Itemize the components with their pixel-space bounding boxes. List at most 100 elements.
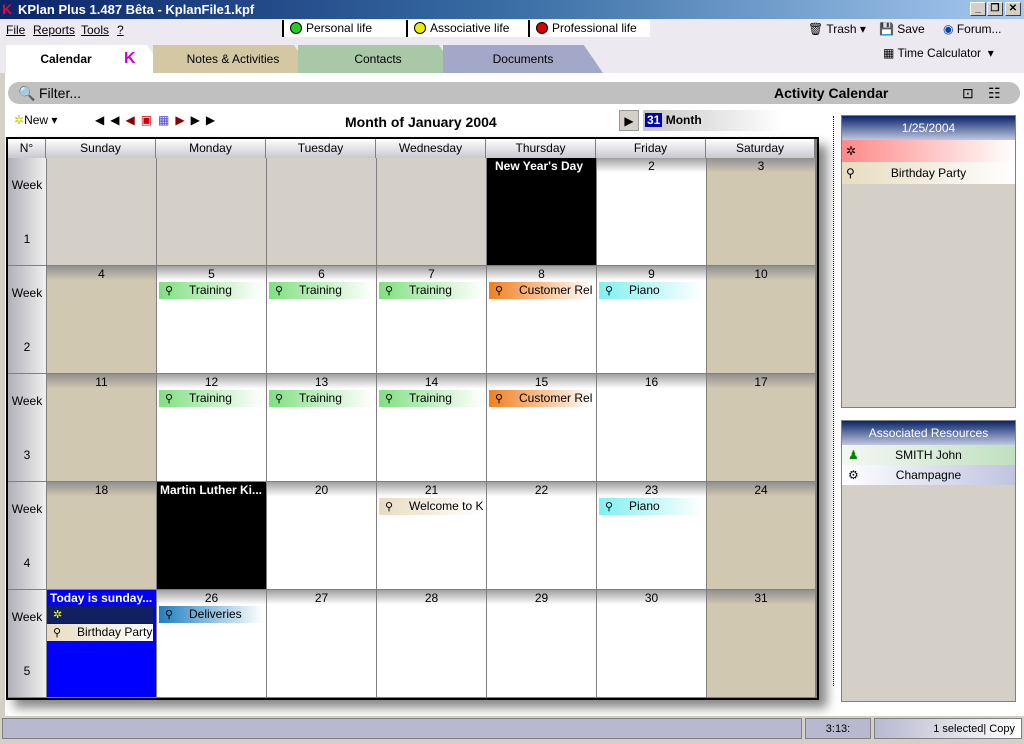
day-cell[interactable]: 18 [47, 482, 156, 589]
event-item[interactable]: ⚲ Birthday Party [47, 624, 153, 641]
day-cell[interactable]: 14 ⚲ Training [377, 374, 486, 481]
menu-tools[interactable]: Tools [81, 23, 109, 37]
event-item[interactable]: ⚲ Training [159, 282, 263, 299]
event-item[interactable]: ⚲ Deliveries [159, 606, 263, 623]
day-cell[interactable]: 8 ⚲ Customer Relat... [487, 266, 596, 373]
day-cell[interactable]: 24 [707, 482, 815, 589]
trash-button[interactable]: 🗑 Trash ▾ [808, 22, 866, 36]
globe-icon: ◉ [943, 22, 954, 36]
event-item[interactable]: ✲ [47, 606, 153, 623]
pin-icon: ⚲ [385, 285, 394, 297]
menu-file[interactable]: File [6, 23, 25, 37]
day-cell[interactable]: 30 [597, 590, 706, 697]
day-cell[interactable]: 5 ⚲ Training [157, 266, 266, 373]
day-cell[interactable]: 9 ⚲ Piano [597, 266, 706, 373]
new-button[interactable]: ✲New ▾ [14, 113, 57, 127]
fit-icon[interactable]: ⊡ [962, 82, 974, 104]
personal-life-tab[interactable]: Personal life [282, 20, 406, 37]
filter-label[interactable]: Filter... [39, 82, 81, 104]
day-cell[interactable]: 20 [267, 482, 376, 589]
event-label: Piano [629, 283, 660, 297]
splitter[interactable] [833, 116, 834, 686]
day-cell[interactable] [157, 158, 266, 265]
resource-item[interactable]: ⚙ Champagne [842, 465, 1015, 485]
day-cell[interactable]: 12 ⚲ Training [157, 374, 266, 481]
day-panel-date: 1/25/2004 [842, 116, 1015, 140]
day-number: 18 [47, 482, 156, 498]
menu-reports[interactable]: Reports [33, 23, 75, 37]
day-number: 6 [267, 266, 376, 282]
event-item[interactable]: ⚲ Piano [599, 282, 703, 299]
day-cell[interactable]: 21 ⚲ Welcome to KP... [377, 482, 486, 589]
day-cell[interactable]: 7 ⚲ Training [377, 266, 486, 373]
day-cell[interactable]: 10 [707, 266, 815, 373]
time-calculator-button[interactable]: ▦ Time Calculator ▾ [883, 46, 994, 60]
day-cell[interactable] [267, 158, 376, 265]
associative-life-tab[interactable]: Associative life [406, 20, 528, 37]
day-cell[interactable]: 29 [487, 590, 596, 697]
professional-life-tab[interactable]: Professional life [528, 20, 650, 37]
forum-button[interactable]: ◉ Forum... [943, 22, 1002, 36]
event-item[interactable]: ⚲ Welcome to KP... [379, 498, 483, 515]
list-view-icon[interactable]: ☷ [988, 82, 1001, 104]
event-item[interactable]: ⚲ Customer Relat... [489, 390, 593, 407]
event-item[interactable]: ⚲ Training [379, 282, 483, 299]
day-cell[interactable]: 17 [707, 374, 815, 481]
day-number: 3 [707, 158, 815, 174]
prev-icon[interactable]: ◀ [125, 113, 140, 127]
day-cell[interactable]: 27 [267, 590, 376, 697]
day-number: 16 [597, 374, 706, 390]
day-cell[interactable]: 23 ⚲ Piano [597, 482, 706, 589]
day-cell[interactable]: 6 ⚲ Training [267, 266, 376, 373]
day-number: 23 [597, 482, 706, 498]
event-item[interactable]: ⚲ Piano [599, 498, 703, 515]
event-item[interactable]: ⚲ Training [379, 390, 483, 407]
event-label: Training [189, 283, 232, 297]
last-icon[interactable]: ▶▶ [191, 113, 221, 127]
day-cell[interactable]: Martin Luther Ki... [157, 482, 266, 589]
tab-contacts[interactable]: Contacts [298, 45, 458, 73]
day-cell[interactable]: 28 [377, 590, 486, 697]
event-item[interactable]: ⚲ Training [269, 390, 373, 407]
tab-notes-activities[interactable]: Notes & Activities [153, 45, 313, 73]
day-cell[interactable]: New Year's Day [487, 158, 596, 265]
week-number: 5 [23, 664, 31, 678]
close-button[interactable]: ✕ [1005, 2, 1021, 16]
event-item[interactable]: ⚲ Training [269, 282, 373, 299]
day-cell[interactable]: 16 [597, 374, 706, 481]
event-item[interactable]: ⚲ Customer Relat... [489, 282, 593, 299]
day-item[interactable]: ⚲ Birthday Party [842, 162, 1015, 184]
menu-help[interactable]: ? [117, 23, 124, 37]
play-button[interactable]: ▶ [619, 110, 639, 131]
restore-button[interactable]: ❐ [987, 2, 1003, 16]
month-grid-icon[interactable]: ▦ [158, 113, 175, 127]
day-cell[interactable]: 11 [47, 374, 156, 481]
resource-item[interactable]: ♟ SMITH John [842, 445, 1015, 465]
day-cell[interactable] [377, 158, 486, 265]
day-cell[interactable]: 13 ⚲ Training [267, 374, 376, 481]
day-item[interactable]: ✲ [842, 140, 1015, 162]
event-item[interactable]: ⚲ Training [159, 390, 263, 407]
day-cell[interactable]: 31 [707, 590, 815, 697]
day-cell[interactable]: 26 ⚲ Deliveries [157, 590, 266, 697]
minimize-button[interactable]: _ [970, 2, 986, 16]
first-icon[interactable]: ◀◀ [95, 113, 125, 127]
month-title: Month of January 2004 [345, 114, 497, 130]
tab-calendar[interactable]: Calendar [6, 45, 166, 73]
app-logo-icon: K [2, 1, 13, 17]
save-button[interactable]: 💾 Save [879, 22, 925, 36]
today-icon[interactable]: ▣ [141, 113, 158, 127]
day-cell[interactable]: 2 [597, 158, 706, 265]
day-cell[interactable]: 15 ⚲ Customer Relat... [487, 374, 596, 481]
day-cell[interactable]: 4 [47, 266, 156, 373]
day-cell[interactable]: 22 [487, 482, 596, 589]
label: Associative life [430, 21, 510, 35]
window-title: KPlan Plus 1.487 Bêta - KplanFile1.kpf [18, 2, 255, 17]
day-cell[interactable]: 3 [707, 158, 815, 265]
filter-bar[interactable]: 🔍 Filter... Activity Calendar ⊡ ☷ [8, 82, 1020, 104]
view-selector[interactable]: 31 Month [643, 110, 783, 131]
day-cell[interactable]: Today is sunday... ✲ ⚲ Birthday Party [47, 590, 156, 697]
tab-documents[interactable]: Documents [443, 45, 603, 73]
next-icon[interactable]: ▶ [175, 113, 190, 127]
day-cell[interactable] [47, 158, 156, 265]
